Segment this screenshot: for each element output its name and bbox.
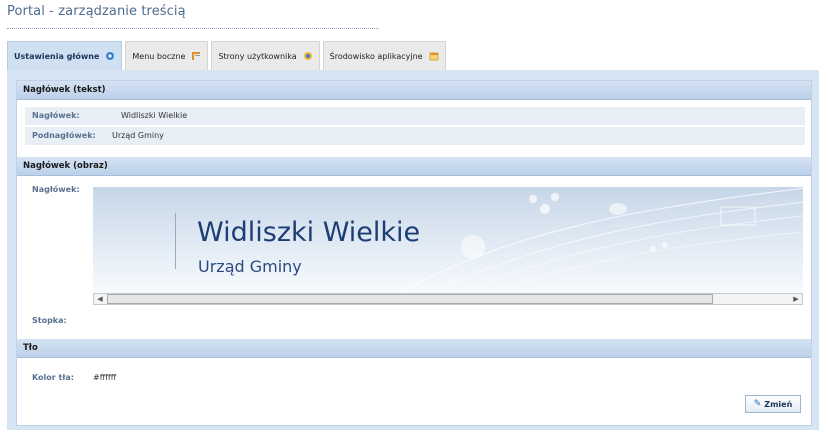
section-header-background: Tło	[17, 339, 811, 358]
scroll-right-icon[interactable]: ▶	[790, 294, 802, 304]
banner-subtitle: Urząd Gminy	[198, 257, 302, 276]
scroll-thumb[interactable]	[107, 294, 713, 304]
tab-main-settings[interactable]: Ustawienia główne	[7, 41, 123, 70]
footer-label: Stopka:	[32, 316, 67, 325]
tab-app-environment[interactable]: Środowisko aplikacyjne	[322, 41, 446, 70]
settings-form: Nagłówek (tekst) Nagłówek: Widliszki Wie…	[16, 80, 812, 426]
heading-value: Widliszki Wielkie	[121, 111, 188, 120]
subheading-row: Podnagłówek: Urząd Gminy	[25, 127, 805, 145]
change-button[interactable]: ✎ Zmień	[745, 395, 801, 413]
settings-icon	[105, 51, 115, 61]
image-heading-label: Nagłówek:	[32, 185, 80, 194]
tab-side-menu[interactable]: Menu boczne	[125, 41, 209, 70]
tab-bar: Ustawienia główne Menu boczne Strony uży…	[7, 41, 449, 70]
heading-label: Nagłówek:	[32, 111, 80, 120]
subheading-label: Podnagłówek:	[32, 131, 96, 140]
app-env-icon	[429, 51, 439, 61]
banner-divider	[175, 213, 176, 269]
section-header-image: Nagłówek (obraz)	[17, 157, 811, 176]
subheading-value: Urząd Gminy	[112, 131, 164, 140]
tab-label: Ustawienia główne	[14, 51, 100, 61]
horizontal-scrollbar[interactable]: ◀ ▶	[93, 293, 803, 305]
content-panel: Nagłówek (tekst) Nagłówek: Widliszki Wie…	[7, 70, 819, 430]
heading-row: Nagłówek: Widliszki Wielkie	[25, 107, 805, 125]
title-underline	[7, 28, 379, 29]
tab-label: Menu boczne	[132, 51, 186, 61]
banner-title: Widliszki Wielkie	[197, 217, 421, 248]
page-title: Portal - zarządzanie treścią	[7, 4, 186, 19]
scroll-left-icon[interactable]: ◀	[94, 294, 106, 304]
section-header-text: Nagłówek (tekst)	[17, 81, 811, 100]
background-color-label: Kolor tła:	[32, 373, 74, 382]
background-color-value: #ffffff	[93, 373, 117, 382]
header-banner-image: Widliszki Wielkie Urząd Gminy	[93, 187, 803, 293]
tab-label: Strony użytkownika	[218, 51, 297, 61]
pencil-icon: ✎	[753, 399, 762, 409]
tab-user-pages[interactable]: Strony użytkownika	[211, 41, 320, 70]
change-button-label: Zmień	[764, 399, 793, 409]
tab-label: Środowisko aplikacyjne	[329, 51, 423, 61]
user-pages-icon	[303, 51, 313, 61]
menu-icon	[191, 51, 201, 61]
